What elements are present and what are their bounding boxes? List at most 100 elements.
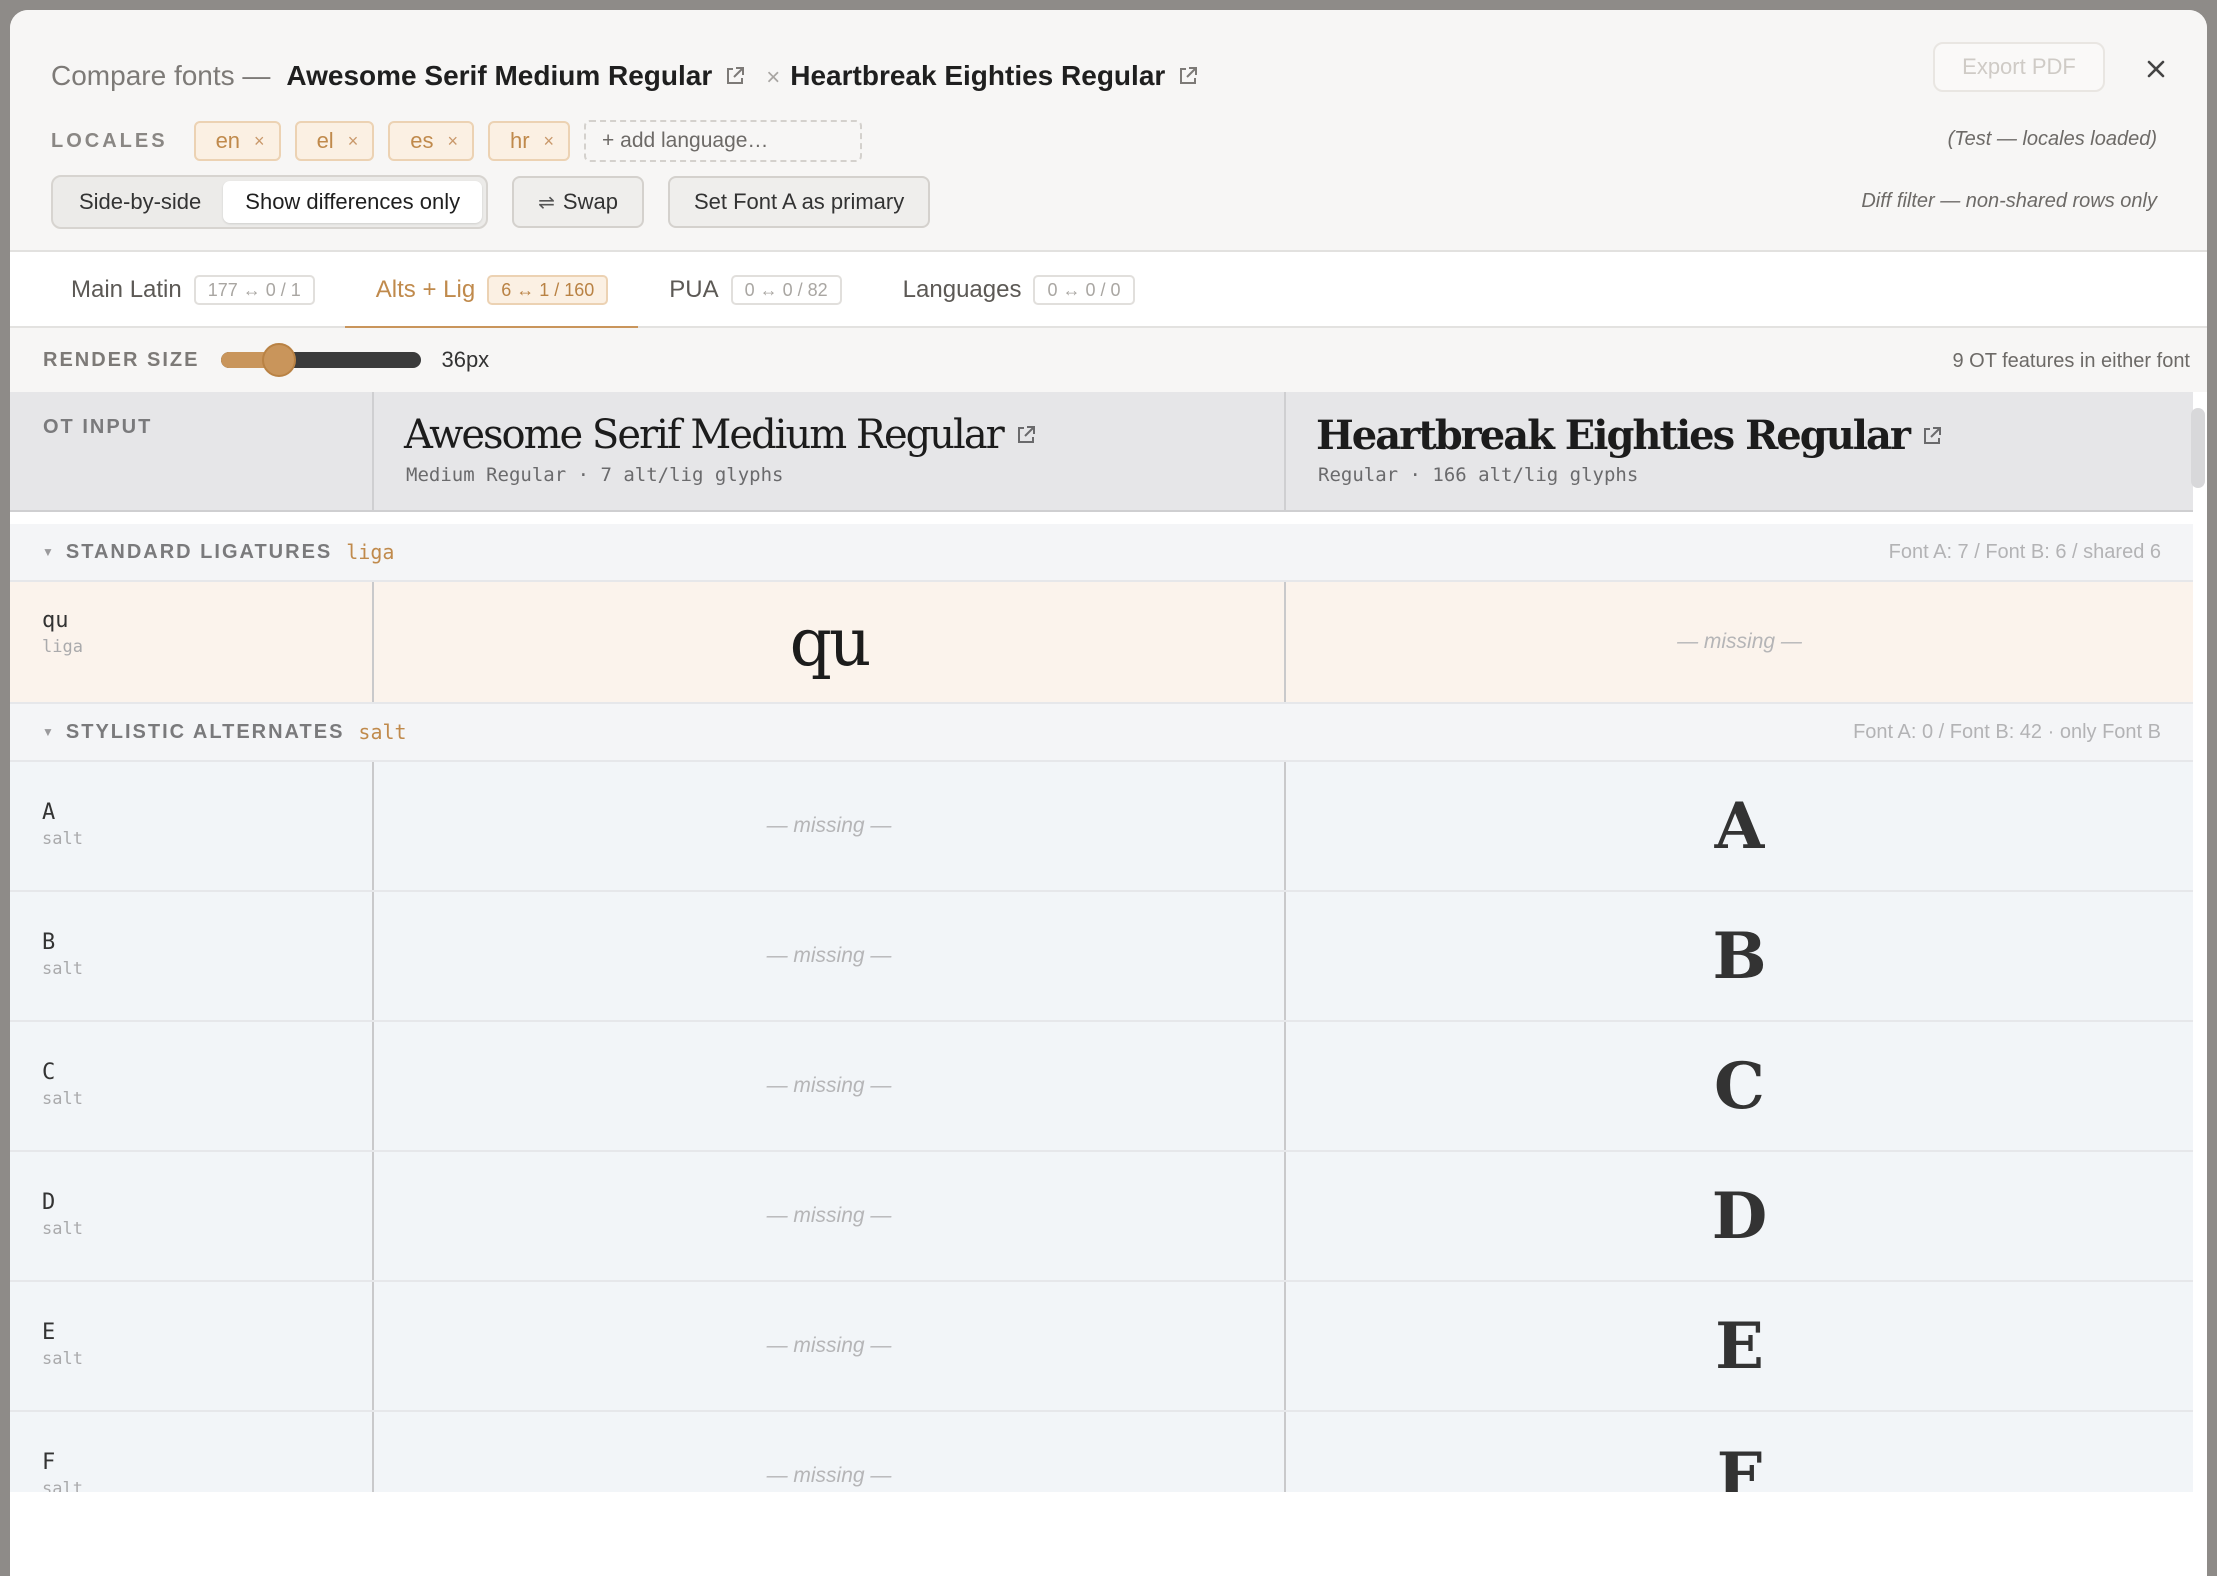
font-a-glyph-cell: — missing —	[372, 1412, 1284, 1492]
glyph-set-tabs: Main Latin 177 ↔ 0 / 1 Alts + Lig 6 ↔ 1 …	[10, 252, 2207, 330]
ot-input-cell: D salt	[42, 1190, 83, 1239]
dialog-title: Compare fonts — Awesome Serif Medium Reg…	[51, 56, 2177, 96]
table-header: OT INPUT Awesome Serif Medium Regular Me…	[10, 392, 2193, 512]
font-b-glyph-cell: B	[1284, 892, 2193, 1020]
tab-pua[interactable]: PUA 0 ↔ 0 / 82	[638, 252, 871, 328]
font-a-glyph-cell: — missing —	[372, 1152, 1284, 1280]
side-by-side-option[interactable]: Side-by-side	[57, 181, 223, 223]
locale-chip-hr[interactable]: hr ×	[487, 121, 571, 161]
collapse-caret-icon[interactable]: ▼	[42, 545, 54, 559]
font-a-glyph-cell: — missing —	[372, 1282, 1284, 1410]
tab-count-badge: 6 ↔ 1 / 160	[487, 275, 609, 305]
external-link-icon[interactable]	[724, 65, 746, 87]
external-link-icon[interactable]	[1177, 65, 1199, 87]
font-b-glyph-cell: F	[1284, 1412, 2193, 1492]
external-link-icon[interactable]	[1015, 424, 1037, 446]
glyph-preview: A	[1714, 788, 1765, 864]
input-sequence: B	[42, 930, 56, 955]
font-b-glyph-cell: E	[1284, 1282, 2193, 1410]
table-row[interactable]: F salt — missing — F	[10, 1412, 2193, 1492]
font-b-column-header: Heartbreak Eighties Regular Regular · 16…	[1284, 392, 2193, 510]
vertical-scrollbar[interactable]	[2191, 408, 2205, 488]
add-language-input[interactable]: + add language…	[584, 120, 863, 162]
render-size-label: RENDER SIZE	[43, 348, 200, 371]
missing-glyph: — missing —	[766, 1464, 892, 1487]
font-a-meta: Medium Regular · 7 alt/lig glyphs	[406, 464, 784, 486]
render-size-bar: RENDER SIZE 36px 9 OT features in either…	[10, 328, 2207, 392]
feature-tag: liga	[346, 540, 395, 564]
glyph-preview: C	[1714, 1048, 1765, 1124]
table-row[interactable]: A salt — missing — A	[10, 762, 2193, 892]
section-summary: Font A: 0 / Font B: 42 · only Font B	[1853, 720, 2161, 743]
input-sequence: D	[42, 1190, 56, 1215]
render-size-slider[interactable]	[221, 343, 422, 377]
table-row[interactable]: D salt — missing — D	[10, 1152, 2193, 1282]
input-feature: salt	[42, 1219, 83, 1239]
font-b-name: Heartbreak Eighties Regular	[1316, 412, 1911, 459]
compare-fonts-dialog: Compare fonts — Awesome Serif Medium Reg…	[10, 10, 2207, 1576]
table-row[interactable]: qu liga qu — missing —	[10, 582, 2193, 704]
ot-input-cell: B salt	[42, 930, 83, 979]
font-b-glyph-cell: — missing —	[1284, 582, 2193, 702]
show-differences-option[interactable]: Show differences only	[223, 181, 483, 223]
glyph-preview: E	[1715, 1308, 1764, 1384]
section-name: STYLISTIC ALTERNATES	[65, 720, 345, 743]
locale-chip-en[interactable]: en ×	[193, 121, 281, 161]
glyph-preview: B	[1712, 918, 1767, 994]
set-primary-button[interactable]: Set Font A as primary	[667, 176, 931, 228]
font-a-name: Awesome Serif Medium Regular	[404, 412, 1005, 458]
input-feature: salt	[42, 1349, 83, 1369]
section-standard-ligatures[interactable]: ▼ STANDARD LIGATURES liga Font A: 7 / Fo…	[10, 524, 2193, 582]
locale-chip-el[interactable]: el ×	[294, 121, 375, 161]
locale-code: el	[316, 128, 334, 153]
ot-input-cell: F salt	[42, 1450, 83, 1492]
table-row[interactable]: E salt — missing — E	[10, 1282, 2193, 1412]
glyph-preview: D	[1711, 1178, 1768, 1254]
comparison-table: OT INPUT Awesome Serif Medium Regular Me…	[10, 392, 2207, 1492]
font-b-glyph-cell: A	[1284, 762, 2193, 890]
section-stylistic-alternates[interactable]: ▼ STYLISTIC ALTERNATES salt Font A: 0 / …	[10, 704, 2193, 762]
missing-glyph: — missing —	[766, 944, 892, 967]
locale-chip-es[interactable]: es ×	[388, 121, 474, 161]
collapse-caret-icon[interactable]: ▼	[42, 725, 54, 739]
tab-count-badge: 0 ↔ 0 / 82	[730, 275, 842, 305]
tab-label: Alts + Lig	[375, 276, 476, 303]
swap-button[interactable]: ⇌ Swap	[512, 176, 644, 228]
input-feature: salt	[42, 1089, 83, 1109]
remove-locale-icon[interactable]: ×	[447, 131, 458, 152]
swap-label: Swap	[562, 189, 618, 214]
close-icon[interactable]	[2141, 54, 2171, 84]
diff-filter-note: Diff filter — non-shared rows only	[1861, 190, 2157, 212]
missing-glyph: — missing —	[1677, 630, 1802, 653]
remove-locale-icon[interactable]: ×	[544, 131, 555, 152]
locale-code: en	[215, 128, 241, 153]
font-a-glyph-cell: — missing —	[372, 892, 1284, 1020]
tab-main-latin[interactable]: Main Latin 177 ↔ 0 / 1	[40, 252, 345, 328]
tab-languages[interactable]: Languages 0 ↔ 0 / 0	[872, 252, 1165, 328]
input-sequence: qu	[42, 608, 69, 633]
view-mode-toggle: Side-by-side Show differences only	[51, 175, 489, 229]
font-a-column-header: Awesome Serif Medium Regular Medium Regu…	[372, 392, 1284, 510]
title-prefix: Compare fonts —	[51, 60, 271, 91]
tab-count-badge: 0 ↔ 0 / 0	[1033, 275, 1135, 305]
export-pdf-button[interactable]: Export PDF	[1933, 42, 2105, 92]
title-separator: ×	[766, 64, 781, 91]
table-row[interactable]: C salt — missing — C	[10, 1022, 2193, 1152]
locale-code: hr	[509, 128, 530, 153]
table-row[interactable]: B salt — missing — B	[10, 892, 2193, 1022]
font-b-glyph-cell: D	[1284, 1152, 2193, 1280]
font-a-glyph-cell: qu	[372, 582, 1284, 702]
remove-locale-icon[interactable]: ×	[348, 131, 359, 152]
ot-input-header: OT INPUT	[43, 416, 153, 438]
input-feature: liga	[42, 637, 83, 657]
ot-input-cell: A salt	[42, 800, 83, 849]
swap-icon: ⇌	[538, 191, 555, 214]
missing-glyph: — missing —	[766, 814, 892, 837]
tab-alts-lig[interactable]: Alts + Lig 6 ↔ 1 / 160	[344, 252, 639, 330]
missing-glyph: — missing —	[766, 1204, 892, 1227]
remove-locale-icon[interactable]: ×	[254, 131, 265, 152]
locales-status-note: (Test — locales loaded)	[1947, 128, 2157, 150]
external-link-icon[interactable]	[1921, 425, 1943, 447]
slider-thumb[interactable]	[262, 343, 297, 377]
feature-tag: salt	[358, 720, 407, 744]
